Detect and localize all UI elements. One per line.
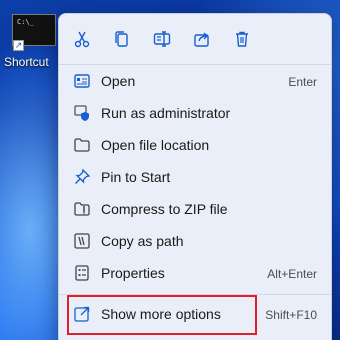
- pin-icon: [73, 168, 91, 186]
- menu-item-label: Run as administrator: [101, 105, 231, 121]
- copy-button[interactable]: [107, 24, 137, 54]
- share-icon: [194, 32, 209, 47]
- menu-item-properties[interactable]: Properties Alt+Enter: [65, 258, 327, 288]
- menu-separator: [59, 64, 331, 65]
- expand-icon: [73, 305, 91, 323]
- menu-item-label: Show more options: [101, 306, 221, 322]
- path-icon: [73, 232, 91, 250]
- menu-item-label: Pin to Start: [101, 169, 171, 185]
- menu-item-label: Properties: [101, 265, 165, 281]
- desktop-shortcut[interactable]: C:\_ ↗ Shortcut: [4, 10, 62, 74]
- menu-item-label: Open: [101, 73, 136, 89]
- menu-item-pin-to-start[interactable]: Pin to Start: [65, 162, 327, 192]
- menu-item-compress-to-zip[interactable]: Compress to ZIP file: [65, 194, 327, 224]
- shortcut-arrow-icon: ↗: [13, 40, 24, 51]
- menu-item-open[interactable]: Open Enter: [65, 66, 327, 96]
- open-window-icon: [73, 72, 91, 90]
- menu-item-shortcut: Shift+F10: [265, 308, 317, 322]
- menu-item-shortcut: Alt+Enter: [267, 267, 317, 281]
- menu-item-label: Copy as path: [101, 233, 184, 249]
- menu-item-open-file-location[interactable]: Open file location: [65, 130, 327, 160]
- menu-item-label: Compress to ZIP file: [101, 201, 228, 217]
- scissors-icon: [74, 31, 90, 48]
- terminal-icon-text: C:\_: [17, 18, 34, 26]
- delete-button[interactable]: [227, 24, 257, 54]
- menu-item-shortcut: Enter: [288, 75, 317, 89]
- properties-icon: [73, 264, 91, 282]
- copy-icon: [115, 31, 128, 47]
- shield-icon: [73, 104, 91, 122]
- menu-item-copy-as-path[interactable]: Copy as path: [65, 226, 327, 256]
- cut-button[interactable]: [67, 24, 97, 54]
- menu-item-label: Open file location: [101, 137, 210, 153]
- context-menu: Open Enter Run as administrator Open fil…: [58, 13, 332, 340]
- zip-folder-icon: [73, 200, 91, 218]
- share-button[interactable]: [187, 24, 217, 54]
- menu-item-run-as-administrator[interactable]: Run as administrator: [65, 98, 327, 128]
- menu-item-show-more-options[interactable]: Show more options Shift+F10: [65, 295, 327, 335]
- rename-icon: [153, 31, 171, 47]
- quick-actions-bar: [59, 24, 331, 54]
- rename-button[interactable]: [147, 24, 177, 54]
- trash-icon: [236, 31, 248, 47]
- folder-icon: [73, 136, 91, 154]
